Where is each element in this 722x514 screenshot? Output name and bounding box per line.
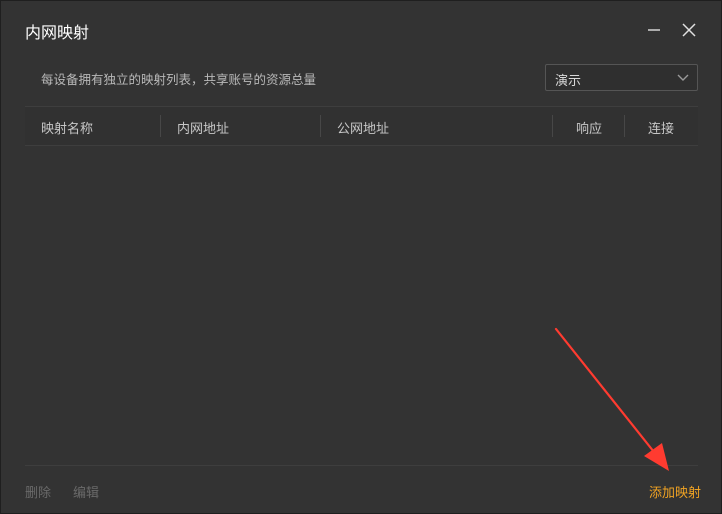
chevron-down-icon bbox=[677, 74, 689, 81]
minimize-button[interactable] bbox=[643, 19, 665, 41]
footer-divider bbox=[25, 465, 698, 466]
close-icon bbox=[682, 23, 696, 37]
delete-button[interactable]: 删除 bbox=[25, 482, 51, 501]
minimize-icon bbox=[648, 29, 660, 31]
mapping-table-body bbox=[25, 146, 698, 464]
titlebar: 内网映射 bbox=[1, 1, 721, 59]
add-mapping-button[interactable]: 添加映射 bbox=[649, 482, 701, 501]
column-header-mapping-name[interactable]: 映射名称 bbox=[41, 118, 93, 137]
mapping-window: 内网映射 每设备拥有独立的映射列表，共享账号的资源总量 演示 映射名称 内网地址… bbox=[0, 0, 722, 514]
device-select-value: 演示 bbox=[555, 74, 582, 89]
column-divider[interactable] bbox=[160, 115, 161, 137]
table-header: 映射名称 内网地址 公网地址 响应 连接 bbox=[25, 106, 698, 146]
column-header-connection[interactable]: 连接 bbox=[648, 118, 674, 137]
window-title: 内网映射 bbox=[25, 23, 90, 42]
device-select[interactable]: 演示 bbox=[545, 64, 698, 91]
column-divider[interactable] bbox=[552, 115, 553, 137]
column-header-response[interactable]: 响应 bbox=[576, 118, 602, 137]
column-divider[interactable] bbox=[624, 115, 625, 137]
description-text: 每设备拥有独立的映射列表，共享账号的资源总量 bbox=[41, 72, 317, 87]
column-header-public-address[interactable]: 公网地址 bbox=[337, 118, 389, 137]
close-button[interactable] bbox=[678, 19, 700, 41]
column-header-internal-address[interactable]: 内网地址 bbox=[177, 118, 229, 137]
edit-button[interactable]: 编辑 bbox=[73, 482, 99, 501]
column-divider[interactable] bbox=[320, 115, 321, 137]
